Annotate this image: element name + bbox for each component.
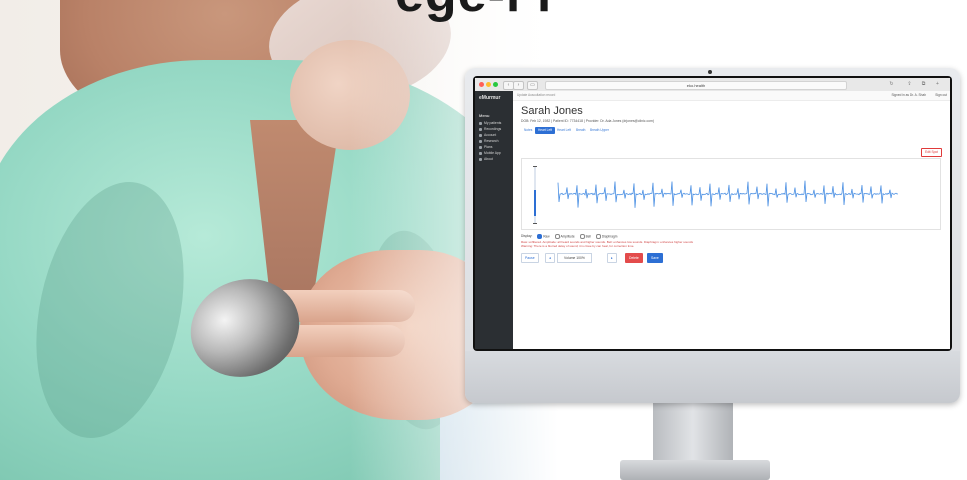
- info-icon: [479, 157, 482, 161]
- volume-slider-fill: [534, 190, 536, 216]
- new-tab-icon[interactable]: +: [933, 81, 942, 88]
- heart-sound-waveform[interactable]: [552, 169, 942, 219]
- slider-cap-bottom: [533, 223, 537, 224]
- monitor-stand-base: [620, 460, 770, 480]
- sidebar-item-recordings[interactable]: Recordings: [479, 127, 501, 131]
- radio-icon: [537, 234, 543, 239]
- sidebar-item-label: Plans: [484, 145, 493, 149]
- sidebar-item-label: About: [484, 157, 493, 161]
- sidebar-item-research[interactable]: Research: [479, 139, 499, 143]
- signed-in-label: Signed in as Dr. A. Shah: [891, 93, 926, 97]
- tab-breath-upper[interactable]: Breath Upper: [587, 127, 612, 134]
- display-options: Display: Raw Amplitude Bell Diaphragm: [521, 234, 621, 239]
- tab-heart-left[interactable]: Heart Left: [554, 127, 574, 134]
- delete-button[interactable]: Delete: [625, 253, 643, 263]
- page-heading: ege-l l: [395, 0, 552, 24]
- tab-heart-left-active[interactable]: Heart Left: [535, 127, 555, 134]
- waveform-panel: [521, 158, 941, 230]
- sidebar-item-account[interactable]: Account: [479, 133, 496, 137]
- tab-notes[interactable]: Notes: [521, 127, 535, 134]
- reload-icon[interactable]: ↻: [887, 81, 896, 88]
- radio-icon: [595, 234, 601, 239]
- tabs-icon[interactable]: ⧉: [919, 81, 928, 88]
- sign-out-link[interactable]: Sign out: [935, 93, 947, 97]
- volume-display: Volume 100%: [557, 253, 592, 263]
- app-topbar: Update Auscultation record Signed in as …: [513, 91, 950, 101]
- sidebar-item-about[interactable]: About: [479, 157, 493, 161]
- sidebar-item-label: My patients: [484, 121, 502, 125]
- radio-label: Amplitude: [560, 234, 575, 239]
- camera: [708, 70, 712, 74]
- minimize-window-button[interactable]: [486, 82, 491, 87]
- edit-spot-button[interactable]: Edit Spot: [921, 148, 942, 157]
- browser-titlebar: ‹ › ▭ eko.health ↻ ⇪ ⧉ +: [475, 78, 950, 92]
- desktop-monitor: ‹ › ▭ eko.health ↻ ⇪ ⧉ + eMurmur Menu My…: [465, 68, 960, 403]
- pause-button[interactable]: Pause: [521, 253, 539, 263]
- app-logo[interactable]: eMurmur: [479, 95, 500, 101]
- app-screen: ‹ › ▭ eko.health ↻ ⇪ ⧉ + eMurmur Menu My…: [475, 78, 950, 349]
- research-icon: [479, 139, 482, 143]
- monitor-chin: [465, 351, 960, 403]
- breadcrumb[interactable]: Update Auscultation record: [517, 93, 555, 97]
- display-label: Display:: [521, 234, 533, 239]
- radio-bell[interactable]: Bell: [579, 234, 591, 239]
- sidebar-toggle-icon[interactable]: ▭: [527, 81, 538, 90]
- volume-down-icon[interactable]: ◂: [545, 253, 555, 263]
- sidebar-item-label: Research: [484, 139, 499, 143]
- monitor-stand: [653, 403, 733, 463]
- plans-icon: [479, 145, 482, 149]
- sidebar-item-mobile-app[interactable]: Mobile App: [479, 151, 501, 155]
- radio-raw[interactable]: Raw: [537, 234, 550, 239]
- sidebar-item-label: Recordings: [484, 127, 502, 131]
- recording-icon: [479, 127, 482, 131]
- radio-icon: [579, 234, 585, 239]
- patient-name: Sarah Jones: [521, 105, 583, 117]
- sidebar-item-label: Mobile App: [484, 151, 501, 155]
- patient-meta: DOB: Feb 12, 1982 | Patient ID: 7734418 …: [521, 119, 654, 123]
- address-bar[interactable]: eko.health: [545, 81, 847, 90]
- forward-icon[interactable]: ›: [513, 81, 524, 90]
- mobile-icon: [479, 151, 482, 155]
- save-button[interactable]: Save: [647, 253, 663, 263]
- radio-amplitude[interactable]: Amplitude: [554, 234, 575, 239]
- sidebar-item-label: Account: [484, 133, 497, 137]
- zoom-window-button[interactable]: [493, 82, 498, 87]
- radio-diaphragm[interactable]: Diaphragm: [595, 234, 618, 239]
- radio-label: Bell: [585, 234, 591, 239]
- sidebar-item-my-patients[interactable]: My patients: [479, 121, 501, 125]
- share-icon[interactable]: ⇪: [905, 81, 914, 88]
- close-window-button[interactable]: [479, 82, 484, 87]
- sidebar: eMurmur Menu My patients Recordings Acco…: [475, 91, 513, 349]
- account-icon: [479, 133, 482, 137]
- sidebar-menu-label: Menu: [479, 113, 490, 118]
- warning-text: Warning: There is a blurred delay of sou…: [521, 244, 635, 248]
- users-icon: [479, 121, 482, 125]
- radio-label: Raw: [543, 234, 550, 239]
- sidebar-item-plans[interactable]: Plans: [479, 145, 492, 149]
- radio-label: Diaphragm: [601, 234, 618, 239]
- radio-icon: [554, 234, 560, 239]
- volume-up-icon[interactable]: ▸: [607, 253, 617, 263]
